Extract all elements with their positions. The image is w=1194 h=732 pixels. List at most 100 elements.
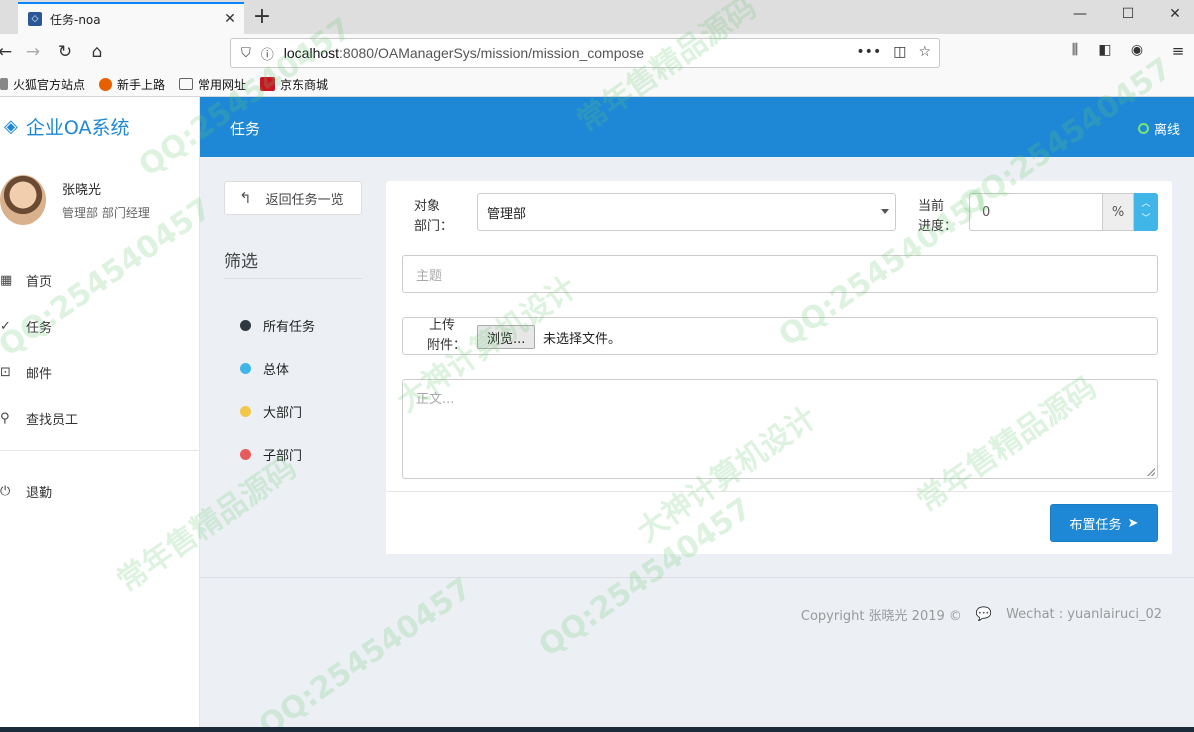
status-indicator: 离线 [1137, 119, 1180, 138]
power-icon: ⏻ [0, 484, 11, 499]
sidebar-item-search-staff[interactable]: ⚲ 查找员工 [0, 395, 200, 441]
copyright-text: Copyright 张晓光 2019 © [800, 609, 962, 624]
user-role: 管理部 部门经理 [62, 206, 150, 220]
upload-label: 上传 附件： [427, 318, 467, 353]
app-header: 任务 离线 [200, 97, 1194, 157]
dashboard-icon: ▦ [0, 272, 13, 288]
pocket-icon[interactable]: ◫ [893, 44, 906, 60]
avatar [0, 175, 46, 225]
subject-input[interactable]: 主题 [402, 255, 1158, 293]
chevron-down-icon[interactable]: ﹀ [1141, 212, 1150, 227]
logout-button[interactable]: ⏻ 退勤 [0, 482, 52, 501]
bookmark-item[interactable]: 新手上路 [99, 76, 165, 93]
compose-panel: 对象 部门： 管理部 当前 进度： 0 % ︿ ﹀ 主题 上传 附件： 浏览..… [386, 181, 1172, 554]
user-profile: 张晓光 管理部 部门经理 [0, 175, 150, 225]
url-host: localhost [283, 45, 340, 61]
back-to-tasks-button[interactable]: ↰ 返回任务一览 [224, 181, 362, 215]
progress-spinner[interactable]: ︿ ﹀ [1134, 193, 1158, 231]
jd-icon [260, 77, 276, 91]
url-bar[interactable]: ⛉ ⓘ localhost:8080/OAManagerSys/mission/… [230, 38, 940, 68]
filter-item-all[interactable]: 所有任务 [240, 304, 315, 347]
info-icon[interactable]: ⓘ [261, 44, 274, 63]
close-window-icon[interactable]: ✕ [1165, 6, 1185, 22]
folder-icon [0, 78, 8, 90]
status-dot-icon [1137, 123, 1149, 134]
filter-item-sub-dept[interactable]: 子部门 [240, 433, 315, 476]
bookmark-star-icon[interactable]: ☆ [918, 44, 931, 60]
shield-icon: ⛉ [241, 45, 251, 61]
sidebar-toggle-icon[interactable]: ◧ [1094, 42, 1116, 58]
body-textarea[interactable]: 正文... [402, 379, 1158, 479]
status-label: 离线 [1153, 123, 1180, 138]
new-tab-button[interactable]: + [250, 4, 274, 29]
dot-icon [240, 320, 251, 331]
close-tab-icon[interactable]: ✕ [220, 11, 240, 27]
wechat-icon: 💬 [975, 607, 993, 622]
page-title: 任务 [230, 120, 261, 138]
caret-down-icon [881, 209, 889, 214]
check-icon: ✓ [0, 318, 11, 334]
back-icon[interactable]: ← [0, 42, 16, 62]
browser-tab-bar: ◇ 任务-noa ✕ + — ☐ ✕ [0, 0, 1194, 34]
logo-icon: ◈ [4, 116, 18, 137]
firefox-icon [99, 77, 113, 91]
dept-select[interactable]: 管理部 [477, 193, 896, 231]
assign-task-button[interactable]: 布置任务 ➤ [1050, 504, 1158, 542]
page-actions-icon[interactable]: ••• [856, 44, 881, 60]
filter-item-overall[interactable]: 总体 [240, 347, 315, 390]
sidebar-item-mail[interactable]: ⊡ 邮件 [0, 349, 200, 395]
resize-grip-icon[interactable] [1147, 468, 1155, 476]
os-taskbar [0, 727, 1194, 732]
filter-title: 筛选 [224, 247, 362, 279]
sidebar: ◈ 企业OA系统 张晓光 管理部 部门经理 ▦ 首页 ✓ 任务 ⊡ 邮件 ⚲ 查… [0, 97, 200, 732]
chevron-up-icon[interactable]: ︿ [1141, 197, 1150, 212]
upload-field: 上传 附件： 浏览... 未选择文件。 [402, 317, 1158, 355]
bookmark-item[interactable]: 火狐官方站点 [0, 76, 85, 93]
browse-button[interactable]: 浏览... [477, 325, 536, 349]
bookmarks-bar: 火狐官方站点 新手上路 常用网址 京东商城 [0, 72, 1194, 97]
sidebar-item-tasks[interactable]: ✓ 任务 [0, 303, 200, 349]
user-name: 张晓光 [62, 183, 102, 198]
maximize-icon[interactable]: ☐ [1118, 6, 1138, 22]
dot-icon [240, 363, 251, 374]
forward-icon[interactable]: → [22, 42, 44, 62]
dept-label: 对象 部门： [414, 199, 454, 234]
browser-tab[interactable]: ◇ 任务-noa ✕ [18, 2, 244, 34]
footer-divider [200, 577, 1194, 578]
paper-plane-icon: ➤ [1127, 515, 1139, 531]
minimize-icon[interactable]: — [1070, 6, 1090, 22]
percent-addon: % [1102, 193, 1134, 231]
inbox-icon: ⊡ [0, 364, 11, 380]
browser-nav-bar: ← → ↻ ⌂ ⛉ ⓘ localhost:8080/OAManagerSys/… [0, 34, 1194, 72]
bookmark-item[interactable]: 京东商城 [260, 76, 328, 93]
sidebar-item-home[interactable]: ▦ 首页 [0, 257, 200, 303]
bookmark-item[interactable]: 常用网址 [179, 76, 246, 93]
dot-icon [240, 406, 251, 417]
tab-title: 任务-noa [50, 12, 101, 27]
folder-icon [179, 78, 194, 90]
search-icon: ⚲ [0, 410, 10, 426]
wechat-text: Wechat : yuanlairuci_02 [1006, 607, 1162, 622]
filter-list: 所有任务 总体 大部门 子部门 [240, 304, 315, 476]
progress-input-group: 0 % ︿ ﹀ [969, 193, 1158, 231]
library-icon[interactable]: ⫼ [1064, 42, 1086, 58]
copyright-footer: Copyright 张晓光 2019 © 💬 Wechat : yuanlair… [801, 605, 1162, 624]
progress-label: 当前 进度： [918, 199, 958, 234]
reload-icon[interactable]: ↻ [54, 42, 76, 62]
site-favicon-icon: ◇ [28, 12, 42, 26]
main-content: ↰ 返回任务一览 筛选 所有任务 总体 大部门 子部门 对象 部门： 管理部 当… [200, 157, 1194, 732]
account-icon[interactable]: ◉ [1126, 42, 1148, 58]
no-file-text: 未选择文件。 [543, 332, 622, 347]
reply-icon: ↰ [239, 189, 252, 207]
home-icon[interactable]: ⌂ [86, 42, 108, 62]
menu-divider [0, 450, 200, 451]
dot-icon [240, 449, 251, 460]
app-logo[interactable]: ◈ 企业OA系统 [4, 113, 129, 140]
panel-footer: 布置任务 ➤ [386, 491, 1172, 554]
progress-input[interactable]: 0 [969, 193, 1102, 231]
menu-icon[interactable]: ≡ [1167, 42, 1189, 60]
url-path: :8080/OAManagerSys/mission/mission_compo… [339, 45, 645, 61]
logo-text: 企业OA系统 [25, 117, 130, 139]
sidebar-menu: ▦ 首页 ✓ 任务 ⊡ 邮件 ⚲ 查找员工 [0, 257, 200, 441]
filter-item-major-dept[interactable]: 大部门 [240, 390, 315, 433]
